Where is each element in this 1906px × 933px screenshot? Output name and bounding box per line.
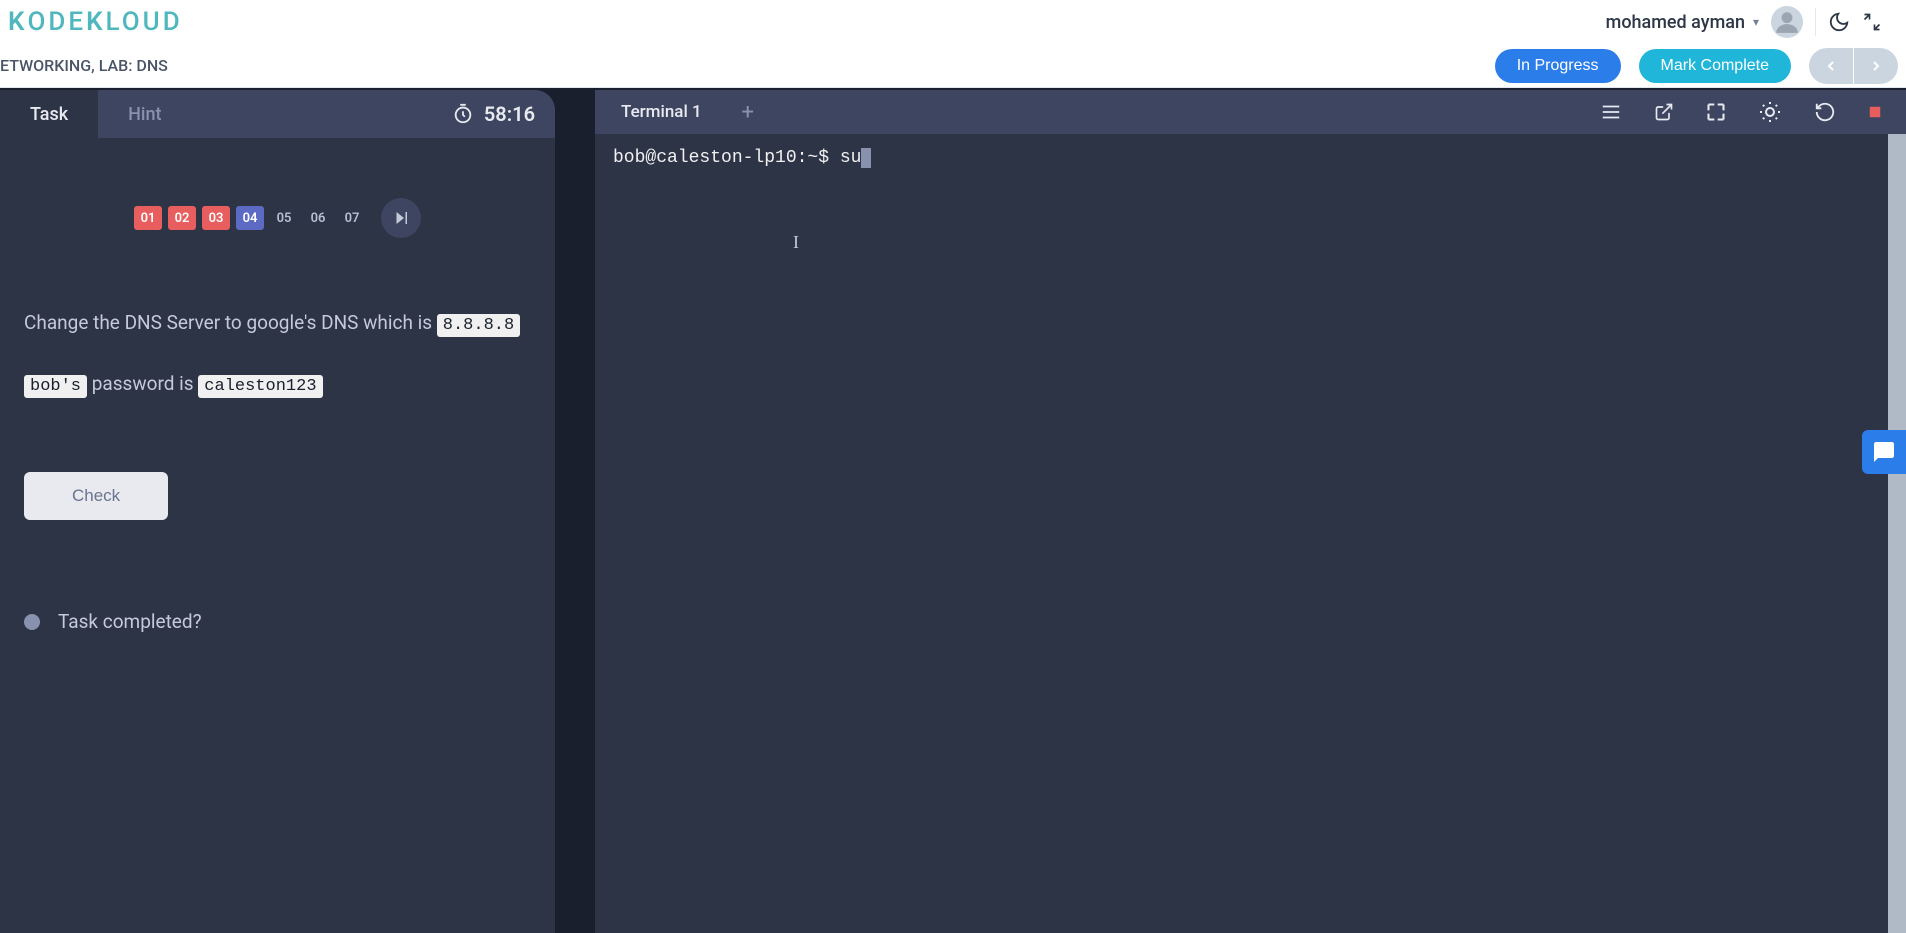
skip-forward-icon xyxy=(392,209,410,227)
mark-complete-button[interactable]: Mark Complete xyxy=(1639,49,1791,83)
nav-group xyxy=(1809,48,1898,84)
moon-icon[interactable] xyxy=(1828,11,1850,33)
tab-spacer: 58:16 xyxy=(192,90,555,138)
clock-icon xyxy=(452,103,474,125)
step-06[interactable]: 06 xyxy=(304,206,332,230)
step-03[interactable]: 03 xyxy=(202,206,230,230)
task-description: Change the DNS Server to google's DNS wh… xyxy=(24,308,531,339)
stop-icon[interactable] xyxy=(1868,105,1882,119)
breadcrumb-actions: In Progress Mark Complete xyxy=(1495,48,1898,84)
brightness-icon[interactable] xyxy=(1758,100,1782,124)
tab-task[interactable]: Task xyxy=(0,90,98,138)
task-completed-row[interactable]: Task completed? xyxy=(24,610,531,633)
step-02[interactable]: 02 xyxy=(168,206,196,230)
terminal-panel: Terminal 1 + bob@caleston-lp10:~$ su I xyxy=(595,90,1906,933)
step-05[interactable]: 05 xyxy=(270,206,298,230)
restore-icon[interactable] xyxy=(1814,101,1836,123)
scrollbar-thumb[interactable] xyxy=(1888,134,1906,933)
chat-icon xyxy=(1872,440,1896,464)
chat-button[interactable] xyxy=(1862,430,1906,474)
breadcrumb-bar: ETWORKING, LAB: DNS In Progress Mark Com… xyxy=(0,44,1906,88)
timer-value: 58:16 xyxy=(484,102,535,126)
text-cursor-icon: I xyxy=(793,232,799,253)
fullscreen-icon[interactable] xyxy=(1706,102,1726,122)
add-terminal-button[interactable]: + xyxy=(728,92,768,132)
top-header: KODEKLOUD mohamed ayman ▾ xyxy=(0,0,1906,44)
logo: KODEKLOUD xyxy=(8,7,183,37)
code-user: bob's xyxy=(24,375,87,398)
radio-icon xyxy=(24,614,40,630)
terminal-cursor xyxy=(861,148,871,168)
menu-icon[interactable] xyxy=(1600,101,1622,123)
terminal-scrollbar[interactable] xyxy=(1888,134,1906,933)
task-body: 01 02 03 04 05 06 07 Change the DNS Serv… xyxy=(0,138,555,933)
task-completed-label: Task completed? xyxy=(58,610,202,633)
code-dns: 8.8.8.8 xyxy=(437,314,520,337)
terminal-tabs: Terminal 1 + xyxy=(595,90,1906,134)
step-07[interactable]: 07 xyxy=(338,206,366,230)
task-tabs: Task Hint 58:16 xyxy=(0,90,555,138)
terminal-tab-1[interactable]: Terminal 1 xyxy=(595,90,728,134)
step-01[interactable]: 01 xyxy=(134,206,162,230)
terminal-toolbar xyxy=(1600,100,1906,124)
timer: 58:16 xyxy=(452,102,535,126)
username: mohamed ayman xyxy=(1606,12,1745,33)
header-right: mohamed ayman ▾ xyxy=(1606,6,1898,38)
task-text-pre: Change the DNS Server to google's DNS wh… xyxy=(24,311,437,334)
breadcrumb: ETWORKING, LAB: DNS xyxy=(0,56,168,75)
chevron-down-icon: ▾ xyxy=(1753,15,1759,29)
task-credentials: bob's password is caleston123 xyxy=(24,369,531,400)
next-button[interactable] xyxy=(1854,48,1898,84)
avatar[interactable] xyxy=(1771,6,1803,38)
main-area: Task Hint 58:16 01 02 03 04 05 06 07 xyxy=(0,88,1906,933)
collapse-icon[interactable] xyxy=(1862,12,1882,32)
terminal-body[interactable]: bob@caleston-lp10:~$ su I xyxy=(595,134,1906,933)
code-pass: caleston123 xyxy=(198,375,322,398)
task-text-mid: password is xyxy=(87,372,198,395)
terminal-prompt: bob@caleston-lp10:~$ su xyxy=(613,148,861,168)
prev-button[interactable] xyxy=(1809,48,1853,84)
step-nav: 01 02 03 04 05 06 07 xyxy=(134,198,531,238)
step-04[interactable]: 04 xyxy=(236,206,264,230)
task-panel: Task Hint 58:16 01 02 03 04 05 06 07 xyxy=(0,90,555,933)
step-next-button[interactable] xyxy=(381,198,421,238)
tab-hint[interactable]: Hint xyxy=(98,90,191,138)
popout-icon[interactable] xyxy=(1654,102,1674,122)
user-menu[interactable]: mohamed ayman ▾ xyxy=(1606,12,1759,33)
in-progress-button[interactable]: In Progress xyxy=(1495,49,1621,83)
divider xyxy=(1815,8,1816,36)
check-button[interactable]: Check xyxy=(24,472,168,520)
